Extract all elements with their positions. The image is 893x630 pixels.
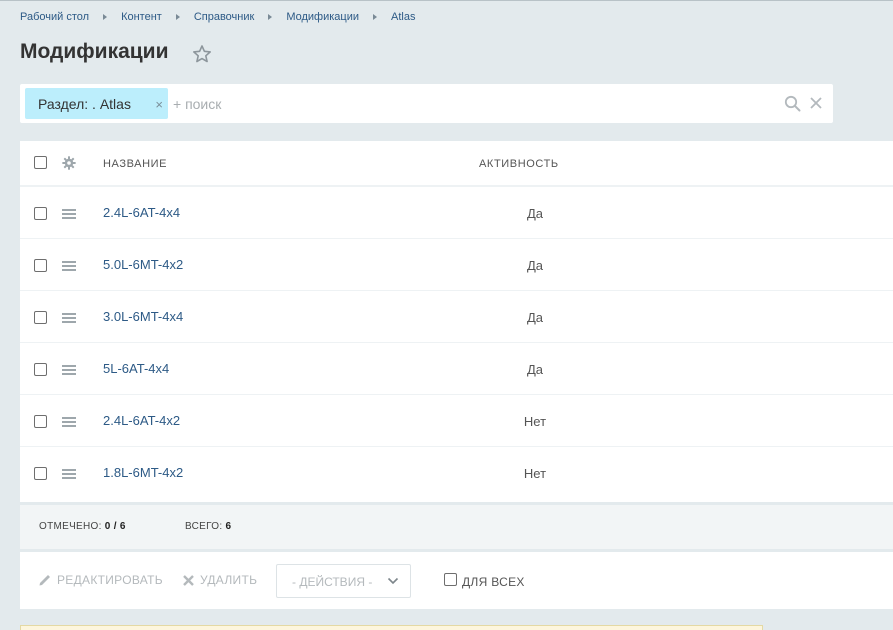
row-active-value: Нет: [523, 466, 547, 481]
table-row[interactable]: 5L-6AT-4x4 Да: [20, 343, 893, 395]
breadcrumb-separator-icon: [175, 14, 180, 20]
breadcrumb-item-desktop[interactable]: Рабочий стол: [20, 11, 89, 23]
search-icon[interactable]: [784, 95, 801, 112]
total-counter: ВСЕГО: 6: [185, 521, 231, 532]
page-title: Модификации: [20, 40, 169, 63]
selected-counter: ОТМЕЧЕНО: 0 / 6: [39, 521, 126, 532]
row-active-value: Нет: [523, 414, 547, 429]
table-row[interactable]: 3.0L-6MT-4x4 Да: [20, 291, 893, 343]
filter-chip-section[interactable]: Раздел: . Atlas ×: [25, 88, 168, 119]
breadcrumb-separator-icon: [103, 14, 108, 20]
close-icon[interactable]: [809, 96, 823, 110]
total-counter-label: ВСЕГО:: [185, 521, 223, 532]
drag-handle-icon[interactable]: [62, 469, 76, 479]
top-border: [0, 0, 893, 1]
breadcrumb-item-atlas[interactable]: Atlas: [391, 11, 415, 23]
row-active-value: Да: [526, 258, 544, 273]
breadcrumb-separator-icon: [373, 14, 377, 20]
row-checkbox[interactable]: [34, 415, 47, 428]
row-active-value: Да: [526, 206, 544, 221]
table-row[interactable]: 1.8L-6MT-4x2 Нет: [20, 447, 893, 499]
items-table: НАЗВАНИЕ АКТИВНОСТЬ 2.4L-6AT-4x4 Да 5.0L…: [20, 141, 893, 502]
actions-select-value: - ДЕЙСТВИЯ -: [292, 575, 373, 589]
delete-button-label: УДАЛИТЬ: [200, 573, 258, 587]
counters-bar: ОТМЕЧЕНО: 0 / 6 ВСЕГО: 6: [20, 505, 893, 549]
table-row[interactable]: 2.4L-6AT-4x2 Нет: [20, 395, 893, 447]
row-active-value: Да: [526, 310, 544, 325]
column-header-active[interactable]: АКТИВНОСТЬ: [479, 158, 559, 170]
table-header: НАЗВАНИЕ АКТИВНОСТЬ: [20, 141, 893, 187]
filter-chip-close-icon[interactable]: ×: [155, 97, 163, 112]
row-checkbox[interactable]: [34, 467, 47, 480]
selected-counter-label: ОТМЕЧЕНО:: [39, 521, 102, 532]
filter-bar: Раздел: . Atlas ×: [20, 84, 833, 123]
edit-button[interactable]: РЕДАКТИРОВАТЬ: [38, 573, 163, 587]
column-header-name[interactable]: НАЗВАНИЕ: [103, 158, 167, 170]
row-checkbox[interactable]: [34, 311, 47, 324]
table-row[interactable]: 5.0L-6MT-4x2 Да: [20, 239, 893, 291]
for-all-label[interactable]: ДЛЯ ВСЕХ: [462, 575, 525, 589]
row-active-value: Да: [526, 362, 544, 377]
star-icon[interactable]: [192, 44, 212, 64]
drag-handle-icon[interactable]: [62, 209, 76, 219]
drag-handle-icon[interactable]: [62, 365, 76, 375]
total-counter-value: 6: [225, 521, 232, 532]
row-checkbox[interactable]: [34, 259, 47, 272]
filter-chip-label: Раздел: . Atlas: [38, 96, 131, 112]
drag-handle-icon[interactable]: [62, 261, 76, 271]
for-all-checkbox[interactable]: [444, 573, 457, 586]
edit-button-label: РЕДАКТИРОВАТЬ: [57, 573, 163, 587]
row-name-link[interactable]: 5L-6AT-4x4: [103, 361, 169, 376]
breadcrumb-item-content[interactable]: Контент: [121, 11, 162, 23]
select-all-checkbox[interactable]: [34, 156, 47, 169]
breadcrumb-item-modifications[interactable]: Модификации: [286, 11, 359, 23]
pencil-icon: [39, 575, 50, 586]
table-row[interactable]: 2.4L-6AT-4x4 Да: [20, 187, 893, 239]
breadcrumb-separator-icon: [268, 14, 273, 20]
drag-handle-icon[interactable]: [62, 313, 76, 323]
chevron-down-icon: [387, 577, 399, 585]
action-panel: РЕДАКТИРОВАТЬ УДАЛИТЬ - ДЕЙСТВИЯ - ДЛЯ В…: [20, 552, 893, 609]
delete-button[interactable]: УДАЛИТЬ: [182, 573, 257, 587]
notice-strip: [20, 625, 763, 630]
row-checkbox[interactable]: [34, 363, 47, 376]
row-name-link[interactable]: 2.4L-6AT-4x2: [103, 413, 180, 428]
row-name-link[interactable]: 1.8L-6MT-4x2: [103, 465, 183, 480]
search-input[interactable]: [173, 90, 773, 117]
breadcrumb-item-directory[interactable]: Справочник: [194, 11, 255, 23]
delete-icon: [183, 574, 194, 586]
breadcrumb: Рабочий стол Контент Справочник Модифика…: [20, 11, 415, 23]
actions-select[interactable]: - ДЕЙСТВИЯ -: [276, 564, 411, 598]
gear-icon[interactable]: [62, 156, 76, 170]
row-name-link[interactable]: 3.0L-6MT-4x4: [103, 309, 183, 324]
row-name-link[interactable]: 5.0L-6MT-4x2: [103, 257, 183, 272]
row-checkbox[interactable]: [34, 207, 47, 220]
drag-handle-icon[interactable]: [62, 417, 76, 427]
row-name-link[interactable]: 2.4L-6AT-4x4: [103, 205, 180, 220]
selected-counter-value: 0 / 6: [104, 521, 126, 532]
